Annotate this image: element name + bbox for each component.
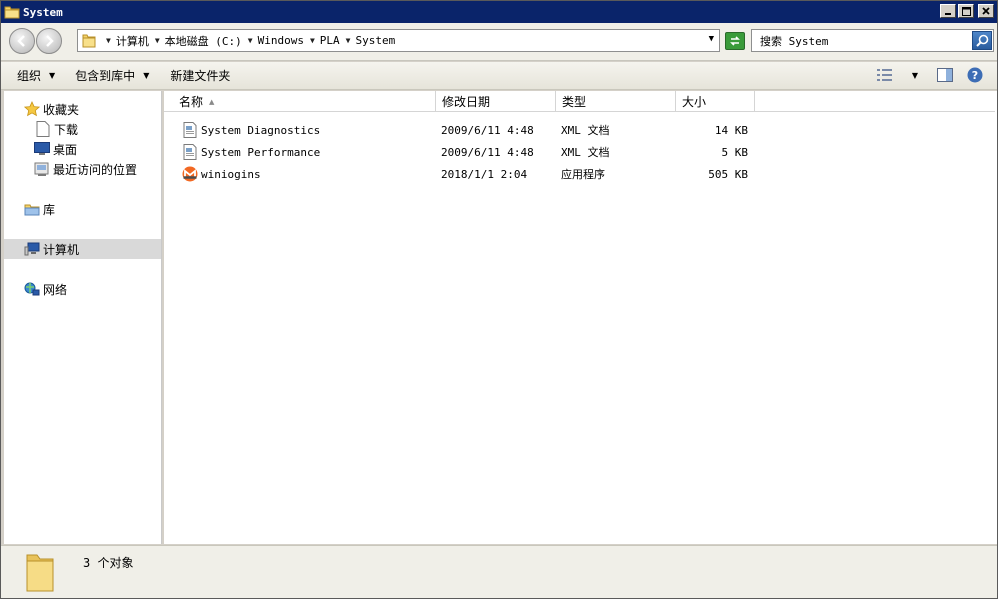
table-row[interactable]: System Diagnostics 2009/6/11 4:48 XML 文档… — [180, 120, 760, 140]
folder-icon — [25, 551, 55, 593]
breadcrumb-system[interactable]: ▼ System — [340, 34, 396, 47]
monero-app-icon — [182, 166, 198, 182]
file-size: 505 KB — [708, 167, 748, 181]
help-icon[interactable]: ? — [965, 66, 985, 84]
include-in-library-button[interactable]: 包含到库中 ▼ — [67, 65, 157, 87]
address-row: ▼ 计算机 ▼ 本地磁盘 (C:) ▼ Windows ▼ PLA ▼ System ▼ — [1, 23, 997, 61]
item-count: 3 个对象 — [83, 556, 134, 570]
maximize-button[interactable] — [958, 4, 974, 18]
folder-icon — [4, 4, 20, 20]
sort-ascending-icon: ▲ — [209, 97, 215, 106]
file-name: System Diagnostics — [201, 123, 321, 137]
search-icon — [975, 34, 988, 47]
refresh-icon — [730, 36, 740, 46]
forward-button[interactable] — [36, 28, 62, 54]
minimize-button[interactable] — [940, 4, 956, 18]
nav-recent-places[interactable]: 最近访问的位置 — [4, 159, 161, 179]
preview-pane-icon[interactable] — [935, 66, 955, 84]
recent-places-icon — [34, 161, 50, 177]
network-icon — [24, 281, 40, 297]
title-bar[interactable]: System — [1, 1, 997, 23]
folder-icon — [81, 33, 97, 49]
column-size[interactable]: 大小 — [676, 91, 755, 112]
chevron-down-icon[interactable]: ▼ — [709, 34, 714, 44]
nav-network[interactable]: 网络 — [4, 279, 161, 299]
xml-file-icon — [182, 122, 198, 138]
arrow-left-icon — [17, 35, 25, 47]
nav-downloads[interactable]: 下载 — [4, 119, 161, 139]
search-input[interactable] — [752, 34, 964, 47]
breadcrumb-computer[interactable]: ▼ 计算机 — [103, 33, 149, 49]
organize-button[interactable]: 组织 ▼ — [9, 65, 63, 87]
chevron-down-icon: ▼ — [49, 71, 56, 80]
explorer-window: System ▼ 计算机 ▼ 本地磁盘 (C:) ▼ Windows ▼ PLA… — [0, 0, 998, 599]
navigation-pane: 收藏夹 下载 桌面 最近访问的位置 库 计算机 网络 — [4, 91, 162, 544]
view-dropdown-chevron-icon[interactable]: ▼ — [905, 66, 925, 84]
file-type: 应用程序 — [561, 168, 605, 181]
xml-file-icon — [182, 144, 198, 160]
table-row[interactable]: System Performance 2009/6/11 4:48 XML 文档… — [180, 142, 760, 162]
command-bar: 组织 ▼ 包含到库中 ▼ 新建文件夹 ▼ ? — [1, 62, 997, 90]
library-icon — [24, 201, 40, 217]
new-folder-button[interactable]: 新建文件夹 — [162, 65, 238, 87]
nav-libraries[interactable]: 库 — [4, 199, 161, 219]
window-title: System — [23, 5, 63, 19]
arrow-right-icon — [46, 35, 54, 47]
address-bar[interactable]: ▼ 计算机 ▼ 本地磁盘 (C:) ▼ Windows ▼ PLA ▼ System ▼ — [77, 29, 720, 52]
file-type: XML 文档 — [561, 146, 610, 159]
view-options-icon[interactable] — [875, 66, 895, 84]
chevron-down-icon: ▼ — [143, 71, 150, 80]
file-list-pane: 名称 ▲ 修改日期 类型 大小 System Diagnostics 2009/6… — [164, 91, 997, 544]
search-box[interactable] — [751, 29, 994, 52]
nav-desktop[interactable]: 桌面 — [4, 139, 161, 159]
table-row[interactable]: winiogins 2018/1/1 2:04 应用程序 505 KB — [180, 164, 760, 184]
document-icon — [35, 121, 51, 137]
refresh-button[interactable] — [725, 32, 745, 50]
nav-computer[interactable]: 计算机 — [4, 239, 161, 259]
back-button[interactable] — [9, 28, 35, 54]
file-date: 2009/6/11 4:48 — [441, 123, 534, 137]
nav-favorites[interactable]: 收藏夹 — [4, 99, 161, 119]
breadcrumb-windows[interactable]: ▼ Windows — [242, 34, 304, 47]
column-date-modified[interactable]: 修改日期 — [436, 91, 556, 112]
file-name: winiogins — [201, 167, 261, 181]
column-header: 名称 ▲ 修改日期 类型 大小 — [164, 91, 995, 112]
desktop-icon — [34, 141, 50, 157]
file-date: 2018/1/1 2:04 — [441, 167, 528, 181]
computer-icon — [24, 241, 40, 257]
details-pane: 3 个对象 — [1, 545, 997, 598]
file-size: 5 KB — [721, 145, 749, 159]
breadcrumb-local-disk[interactable]: ▼ 本地磁盘 (C:) — [149, 33, 242, 49]
column-type[interactable]: 类型 — [556, 91, 676, 112]
file-size: 14 KB — [714, 123, 748, 137]
file-date: 2009/6/11 4:48 — [441, 145, 534, 159]
close-button[interactable] — [978, 4, 994, 18]
svg-text:?: ? — [972, 69, 978, 82]
column-name[interactable]: 名称 ▲ — [173, 91, 436, 112]
file-name: System Performance — [201, 145, 321, 159]
file-type: XML 文档 — [561, 124, 610, 137]
star-icon — [24, 101, 40, 117]
breadcrumb-pla[interactable]: ▼ PLA — [304, 34, 340, 47]
search-button[interactable] — [972, 31, 992, 50]
